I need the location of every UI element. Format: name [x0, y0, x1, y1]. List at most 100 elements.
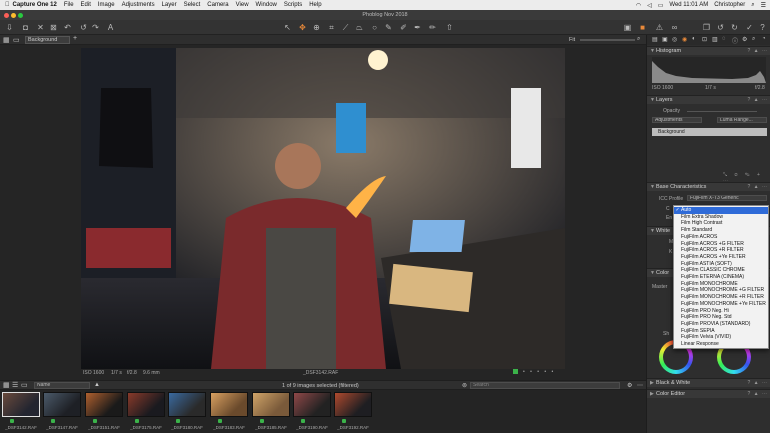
battery-icon[interactable]: ▭ [658, 2, 664, 9]
rating-dots[interactable]: • • • • • [523, 369, 555, 375]
zoom-slider[interactable] [580, 39, 635, 41]
capture-icon[interactable]: ◘ [21, 23, 30, 32]
tab-color-icon[interactable]: ◉ [682, 36, 687, 43]
import-icon[interactable]: ⇩ [5, 23, 14, 32]
dropdown-item[interactable]: FujiFilm ACROS [674, 234, 768, 241]
thumbnail[interactable] [85, 392, 123, 417]
icc-profile-select[interactable]: FujiFilm X-T3 Generic [687, 195, 767, 201]
menu-image[interactable]: Image [98, 2, 115, 8]
undo-icon[interactable]: ↶ [63, 23, 72, 32]
thumbnail[interactable] [293, 392, 331, 417]
dropdown-item[interactable]: FujiFilm MONOCHROME [674, 281, 768, 288]
color-editor-header[interactable]: ▶ Color Editor ? ▲ ⋯ [647, 389, 770, 398]
glasses-icon[interactable]: ∞ [670, 23, 679, 32]
histogram-header[interactable]: ▼ Histogram ? ▲ ⋯ [647, 46, 770, 55]
base-characteristics-header[interactable]: ▼ Base Characteristics ? ▲ ⋯ [647, 182, 770, 191]
opacity-slider[interactable] [687, 111, 757, 112]
thumbnail[interactable] [168, 392, 206, 417]
grid-view-icon[interactable]: ▦ [3, 36, 10, 44]
adjustments-button[interactable]: Adjustments [652, 117, 702, 123]
black-white-header[interactable]: ▶ Black & White ? ▲ ⋯ [647, 378, 770, 387]
collection-select[interactable]: Background [25, 36, 70, 44]
wb-picker-icon[interactable]: ✒ [413, 23, 422, 32]
tools-icon[interactable]: ✓ [745, 23, 754, 32]
thumbnail[interactable] [2, 392, 40, 417]
picker-tool-icon[interactable]: ✐ [399, 23, 408, 32]
background-layer-row[interactable]: Background [652, 128, 767, 136]
thumbnail[interactable] [127, 392, 165, 417]
menu-file[interactable]: File [64, 2, 74, 8]
tab-output-icon[interactable]: ⚙ [742, 36, 747, 43]
user-name[interactable]: Christopher [714, 2, 745, 8]
browser-more-icon[interactable]: ⋯ [637, 382, 643, 389]
dropdown-item[interactable]: FujiFilm MONOCHROME +G FILTER [674, 287, 768, 294]
tab-library-icon[interactable]: ▤ [652, 36, 658, 43]
layers-header[interactable]: ▼ Layers ? ▲ ⋯ [647, 95, 770, 104]
reset-icon[interactable]: ↺ [716, 23, 725, 32]
panel-actions[interactable]: ? ▲ ⋯ [747, 183, 768, 192]
tab-more-icon[interactable]: ◔ [762, 36, 766, 42]
tab-adjust-icon[interactable]: ◌ [722, 36, 726, 42]
viewer-toggle-icon[interactable]: ▣ [623, 23, 632, 32]
close-window-button[interactable] [4, 13, 9, 18]
menu-app-name[interactable]: Capture One 12 [13, 2, 57, 8]
dropdown-item[interactable]: FujiFilm MONOCHROME +Ye FILTER [674, 301, 768, 308]
menu-edit[interactable]: Edit [81, 2, 91, 8]
menu-scripts[interactable]: Scripts [284, 2, 302, 8]
copy-icon[interactable]: ❐ [702, 23, 711, 32]
minimize-window-button[interactable] [11, 13, 16, 18]
dropdown-item[interactable]: Film High Contrast [674, 220, 768, 227]
reject-icon[interactable]: ⊠ [49, 23, 58, 32]
zoom-window-button[interactable] [18, 13, 23, 18]
luma-range-button[interactable]: Luma Range... [717, 117, 767, 123]
menu-list-icon[interactable]: ☰ [761, 2, 766, 9]
search-input[interactable]: Search [470, 382, 620, 389]
rotate-left-icon[interactable]: ↺ [79, 23, 88, 32]
brush-tool-icon[interactable]: ✎ [384, 23, 393, 32]
dropdown-item[interactable]: FujiFilm ETERNA (CINEMA) [674, 274, 768, 281]
dropdown-item[interactable]: Film Standard [674, 227, 768, 234]
crop-tool-icon[interactable]: ⌗ [327, 23, 336, 32]
dropdown-item-auto[interactable]: ✓ Auto [674, 207, 768, 214]
fit-label[interactable]: Fit [569, 37, 575, 43]
list-mode-icon[interactable]: ☰ [12, 381, 18, 389]
add-collection-icon[interactable]: + [73, 35, 77, 42]
tab-details-icon[interactable]: ⊡ [702, 36, 707, 43]
main-photo[interactable] [81, 48, 565, 369]
viewer-single-icon[interactable]: ▭ [13, 36, 20, 44]
panel-actions[interactable]: ? ▲ ⋯ [747, 47, 768, 56]
menu-view[interactable]: View [236, 2, 249, 8]
proof-icon[interactable]: ■ [638, 23, 647, 32]
tab-batch-icon[interactable]: ⌕ [752, 36, 755, 43]
sort-select[interactable]: Name [34, 382, 90, 389]
annotate-tool-icon[interactable]: ✏ [428, 23, 437, 32]
help-icon[interactable]: ? [758, 23, 767, 32]
filter-icon[interactable]: ⊚ [462, 382, 467, 389]
filmstrip-mode-icon[interactable]: ▭ [21, 381, 28, 389]
menu-select[interactable]: Select [184, 2, 201, 8]
dropdown-item[interactable]: FujiFilm PRO Neg. Std [674, 314, 768, 321]
menu-window[interactable]: Window [256, 2, 277, 8]
dropdown-item[interactable]: FujiFilm MONOCHROME +R FILTER [674, 294, 768, 301]
delete-icon[interactable]: ✕ [36, 23, 45, 32]
grid-mode-icon[interactable]: ▦ [3, 381, 10, 389]
dropdown-item[interactable]: FujiFilm Velvia (VIVID) [674, 334, 768, 341]
copy-adjustments-icon[interactable]: ⇧ [445, 23, 454, 32]
redo-icon[interactable]: ↷ [91, 23, 100, 32]
zoom-search-icon[interactable]: ⌕ [637, 36, 640, 43]
dropdown-item[interactable]: FujiFilm PRO Neg. Hi [674, 308, 768, 315]
filter-settings-icon[interactable]: ⚙ [627, 382, 632, 389]
apple-icon[interactable]:  [5, 2, 10, 8]
warning-icon[interactable]: ⚠ [655, 23, 664, 32]
panel-actions[interactable]: ? ▲ ⋯ [747, 379, 768, 388]
panel-actions[interactable]: ? ▲ ⋯ [747, 96, 768, 105]
pan-tool-icon[interactable]: ✥ [298, 23, 307, 32]
thumbnail[interactable] [334, 392, 372, 417]
keystone-tool-icon[interactable]: ⏢ [355, 23, 364, 32]
thumbnail[interactable] [210, 392, 248, 417]
zoom-tool-icon[interactable]: ⊕ [312, 23, 321, 32]
tab-local-icon[interactable]: ▥ [712, 36, 718, 43]
dropdown-item[interactable]: FujiFilm PROVIA (STANDARD) [674, 321, 768, 328]
dropdown-item[interactable]: FujiFilm CLASSIC CHROME [674, 267, 768, 274]
dropdown-item[interactable]: FujiFilm ACROS +Ye FILTER [674, 254, 768, 261]
